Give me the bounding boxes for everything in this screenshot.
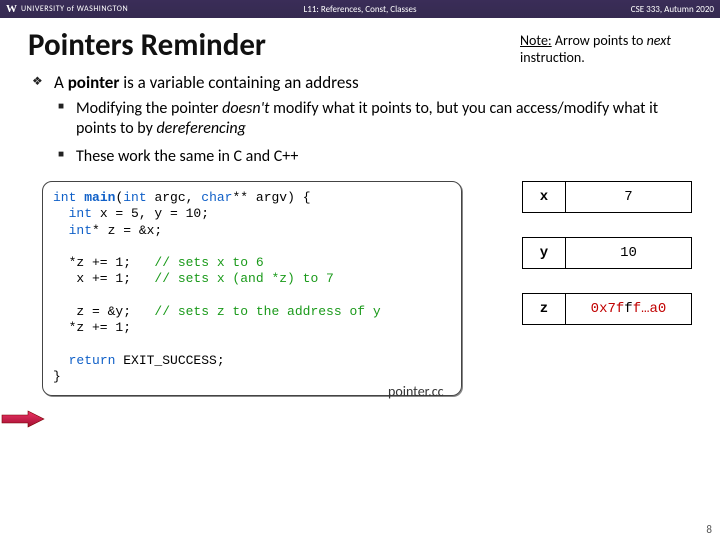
- header-bar: W UNIVERSITY of WASHINGTON L11: Referenc…: [0, 0, 720, 18]
- z-end: 0: [658, 301, 666, 317]
- c-l2b: int: [69, 206, 92, 221]
- mem-label-z: z: [522, 293, 566, 325]
- z-pre: 0x7f: [591, 301, 625, 317]
- mem-val-y: 10: [566, 237, 692, 269]
- z-mid: f: [624, 301, 632, 317]
- bullet-sub-1: Modifying the pointer doesn't modify wha…: [54, 99, 690, 139]
- lecture-label: L11: References, Const, Classes: [304, 4, 417, 15]
- c-l1g: char: [201, 190, 232, 205]
- page-number: 8: [706, 523, 712, 536]
- c-l5c: // sets x (and *z) to 7: [154, 271, 333, 286]
- c-l1e: int: [123, 190, 146, 205]
- bullet-main-bold: pointer: [68, 72, 120, 93]
- instruction-arrow-icon: [0, 410, 46, 428]
- bullet-main-pre: A: [54, 72, 68, 93]
- c-l1a: int: [53, 190, 76, 205]
- note-text-2: instruction.: [520, 49, 585, 66]
- c-l8a: [53, 353, 69, 368]
- bullet-main: A pointer is a variable containing an ad…: [36, 72, 690, 167]
- c-l3c: * z = &x;: [92, 223, 162, 238]
- course-term: CSE 333, Autumn 2020: [631, 4, 714, 15]
- c-l4a: *z += 1;: [53, 255, 154, 270]
- c-l1c: main: [84, 190, 115, 205]
- note-lead: Note:: [520, 32, 552, 49]
- note-box: Note: Arrow points to next instruction.: [520, 26, 690, 66]
- c-l4c: // sets x to 6: [154, 255, 263, 270]
- mem-row-x: x 7: [522, 181, 692, 213]
- memory-table: x 7 y 10 z 0x7fff…a0: [522, 181, 692, 349]
- mem-row-z: z 0x7fff…a0: [522, 293, 692, 325]
- uw-logo: W: [6, 3, 17, 15]
- c-l3b: int: [69, 223, 92, 238]
- sub1-i2: dereferencing: [156, 119, 245, 138]
- bullet-main-post: is a variable containing an address: [119, 72, 358, 93]
- mem-row-y: y 10: [522, 237, 692, 269]
- body: A pointer is a variable containing an ad…: [0, 68, 720, 167]
- c-l8c: EXIT_SUCCESS;: [115, 353, 224, 368]
- c-l2c: x = 5, y = 10;: [92, 206, 209, 221]
- uw-branding: W UNIVERSITY of WASHINGTON: [6, 3, 128, 15]
- c-l9: }: [53, 369, 61, 384]
- c-l6c: // sets z to the address of y: [154, 304, 380, 319]
- z-post: f…a: [633, 301, 658, 317]
- c-l1f: argc,: [147, 190, 202, 205]
- c-l7: *z += 1;: [53, 320, 131, 335]
- c-l8b: return: [69, 353, 116, 368]
- sub1-i1: doesn't: [222, 99, 269, 118]
- c-l1h: ** argv) {: [232, 190, 310, 205]
- code-caption: pointer.cc: [388, 383, 444, 400]
- c-l2a: [53, 206, 69, 221]
- bullet-sub-2: These work the same in C and C++: [54, 147, 690, 167]
- mem-val-z: 0x7fff…a0: [566, 293, 692, 325]
- sub1-a: Modifying the pointer: [76, 99, 222, 118]
- note-em: next: [647, 32, 671, 49]
- mem-label-y: y: [522, 237, 566, 269]
- slide-title: Pointers Reminder: [28, 26, 266, 64]
- mem-val-x: 7: [566, 181, 692, 213]
- code-block: int main(int argc, char** argv) { int x …: [42, 181, 462, 396]
- c-l5a: x += 1;: [53, 271, 154, 286]
- c-l6a: z = &y;: [53, 304, 154, 319]
- note-text-1: Arrow points to: [552, 32, 647, 49]
- c-l3a: [53, 223, 69, 238]
- uw-text: UNIVERSITY of WASHINGTON: [21, 4, 128, 14]
- mem-label-x: x: [522, 181, 566, 213]
